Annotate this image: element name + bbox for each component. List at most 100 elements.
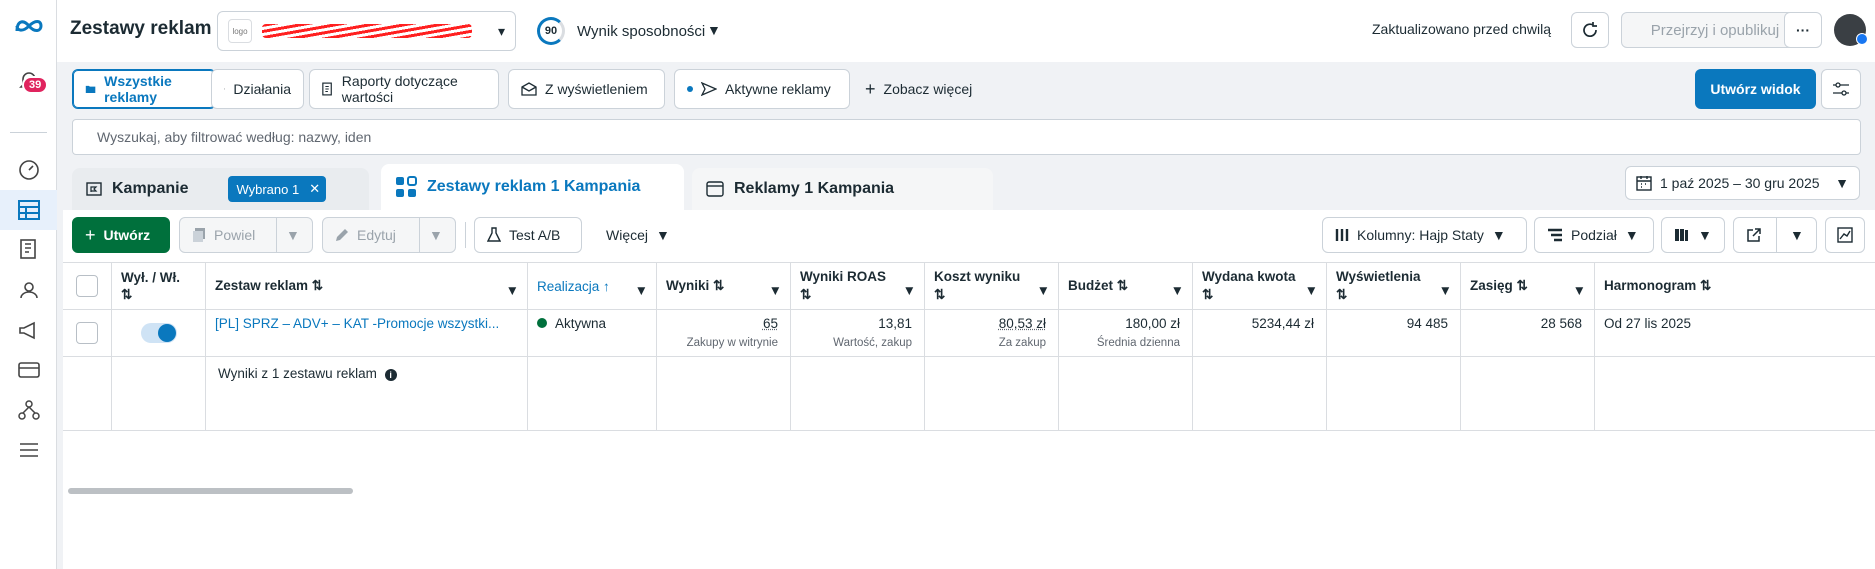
search-input[interactable] [97, 129, 1836, 145]
caret-down-icon[interactable]: ▼ [769, 283, 782, 298]
caret-down-icon[interactable]: ▼ [429, 227, 443, 243]
date-range-picker[interactable]: 1 paź 2025 – 30 gru 2025 ▼ [1625, 166, 1860, 200]
flask-icon [487, 227, 501, 242]
column-header-delivery[interactable]: Realizacja ↑ ▼ [528, 263, 657, 309]
adset-toggle[interactable] [140, 323, 177, 343]
caret-down-icon[interactable]: ▼ [506, 283, 519, 298]
caret-down-icon[interactable]: ▼ [1305, 283, 1318, 298]
row-select-cell [63, 310, 112, 356]
row-checkbox[interactable] [76, 322, 98, 344]
adset-name-link[interactable]: [PL] SPRZ – ADV+ – KAT -Promocje wszystk… [206, 310, 528, 356]
view-active-ads[interactable]: Aktywne reklamy [674, 69, 850, 109]
column-header-roas-label: Wyniki ROAS ⇅ [800, 269, 887, 302]
duplicate-split-button[interactable]: Powiel ▼ [179, 217, 313, 253]
megaphone-icon[interactable] [0, 310, 57, 350]
view-actions[interactable]: Działania [211, 69, 304, 109]
caret-down-icon[interactable]: ▼ [1439, 283, 1452, 298]
close-icon[interactable]: ✕ [309, 181, 320, 197]
column-header-adset-label: Zestaw reklam ⇅ [215, 278, 324, 293]
grid-icon [396, 176, 417, 197]
breakdown-button[interactable]: Podział ▼ [1534, 217, 1654, 253]
view-value-reports-label: Raporty dotyczące wartości [341, 73, 458, 105]
info-icon[interactable]: i [384, 369, 397, 381]
see-more-label: Zobacz więcej [883, 81, 973, 97]
see-more-views[interactable]: + Zobacz więcej [865, 69, 972, 109]
column-header-amount-spent[interactable]: Wydana kwota ⇅ ▼ [1193, 263, 1327, 309]
opportunity-score-ring[interactable]: 90 [537, 17, 565, 45]
view-with-impressions[interactable]: Z wyświetleniem [508, 69, 665, 109]
edit-button[interactable]: Edytuj [323, 227, 419, 243]
selected-chip[interactable]: Wybrano 1 ✕ [228, 176, 327, 202]
pages-icon[interactable] [0, 230, 57, 270]
table-row[interactable]: [PL] SPRZ – ADV+ – KAT -Promocje wszystk… [63, 310, 1875, 357]
column-header-adset[interactable]: Zestaw reklam ⇅ ▼ [206, 263, 528, 309]
meta-logo-icon[interactable] [0, 6, 57, 46]
caret-down-icon[interactable]: ▼ [903, 283, 916, 298]
external-link-icon[interactable] [1746, 227, 1762, 246]
main-panel: + Utwórz Powiel ▼ Edytuj ▼ Test A/B Więc… [63, 210, 1875, 569]
select-all-checkbox[interactable] [76, 275, 98, 297]
caret-down-icon[interactable]: ▼ [707, 22, 721, 38]
results-value[interactable]: 65 [763, 316, 778, 331]
tab-ads[interactable]: Reklamy 1 Kampania [692, 168, 993, 210]
table-icon[interactable] [0, 190, 57, 230]
view-all-ads[interactable]: Wszystkie reklamy [72, 69, 216, 109]
column-header-schedule[interactable]: Harmonogram ⇅ [1595, 263, 1875, 309]
duplicate-button[interactable]: Powiel [180, 227, 276, 243]
account-logo-icon: logo [228, 19, 252, 43]
caret-down-icon[interactable]: ▼ [1790, 227, 1804, 243]
ab-test-button[interactable]: Test A/B [474, 217, 582, 253]
flag-icon [86, 182, 102, 196]
column-header-impressions[interactable]: Wyświetlenia ⇅ ▼ [1327, 263, 1461, 309]
tab-campaigns[interactable]: Kampanie Wybrano 1 ✕ [72, 168, 369, 210]
tab-adsets-label: Zestawy reklam 1 Kampania [427, 178, 641, 195]
column-header-delivery-label: Realizacja ↑ [537, 278, 610, 294]
gauge-icon[interactable] [0, 150, 57, 190]
horizontal-scrollbar[interactable] [68, 488, 353, 494]
refresh-button[interactable] [1571, 12, 1609, 48]
export-split-button[interactable]: ▼ [1733, 217, 1817, 253]
column-header-roas[interactable]: Wyniki ROAS ⇅ ▼ [791, 263, 925, 309]
edit-split-button[interactable]: Edytuj ▼ [322, 217, 456, 253]
tab-adsets[interactable]: Zestawy reklam 1 Kampania [381, 164, 684, 210]
caret-down-icon[interactable]: ▼ [635, 283, 648, 298]
budget-cell[interactable]: 180,00 zł Średnia dzienna [1059, 310, 1193, 356]
create-button[interactable]: + Utwórz [72, 217, 170, 253]
view-settings-button[interactable] [1821, 69, 1861, 109]
summary-empty-cell [1327, 357, 1461, 430]
review-and-publish-button[interactable]: Przejrzyj i opublikuj [1621, 12, 1809, 48]
caret-down-icon: ▼ [1835, 175, 1849, 191]
reports-menu-button[interactable]: ▼ [1661, 217, 1725, 253]
menu-hamburger-icon[interactable] [0, 430, 57, 470]
columns-button[interactable]: Kolumny: Hajp Staty ▼ [1322, 217, 1527, 253]
opportunity-score-label[interactable]: Wynik sposobności [577, 23, 705, 40]
cpr-value[interactable]: 80,53 zł [999, 316, 1046, 331]
billing-card-icon[interactable] [0, 350, 57, 390]
column-header-results[interactable]: Wyniki ⇅ ▼ [657, 263, 791, 309]
create-view-button[interactable]: Utwórz widok [1695, 69, 1816, 109]
calendar-icon [1636, 176, 1652, 191]
caret-down-icon[interactable]: ▼ [286, 227, 300, 243]
impressions-cell: 94 485 [1327, 310, 1461, 356]
column-header-onoff[interactable]: Wył. / Wł. ⇅ [112, 263, 206, 309]
more-options-button[interactable]: ··· [1784, 12, 1822, 48]
facebook-badge-icon [1856, 33, 1868, 45]
caret-down-icon[interactable]: ▼ [1037, 283, 1050, 298]
column-header-budget[interactable]: Budżet ⇅ ▼ [1059, 263, 1193, 309]
caret-down-icon[interactable]: ▼ [1171, 283, 1184, 298]
report-icon [322, 82, 332, 96]
business-network-icon[interactable] [0, 390, 57, 430]
caret-down-icon[interactable]: ▼ [1573, 283, 1586, 298]
search-bar [72, 119, 1861, 155]
ad-account-selector[interactable]: logo ▾ [217, 11, 516, 51]
cost-per-result-cell: 80,53 zł Za zakup [925, 310, 1059, 356]
audience-icon[interactable] [0, 270, 57, 310]
charts-button[interactable] [1825, 217, 1865, 253]
column-header-reach[interactable]: Zasięg ⇅ ▼ [1461, 263, 1595, 309]
view-value-reports[interactable]: Raporty dotyczące wartości [309, 69, 499, 109]
more-actions-button[interactable]: Więcej ▼ [606, 217, 670, 253]
view-actions-label: Działania [233, 81, 291, 97]
column-header-cost-per-result[interactable]: Koszt wyniku ⇅ ▼ [925, 263, 1059, 309]
columns-label: Kolumny: Hajp Staty [1357, 227, 1484, 243]
folder-icon [85, 85, 96, 93]
